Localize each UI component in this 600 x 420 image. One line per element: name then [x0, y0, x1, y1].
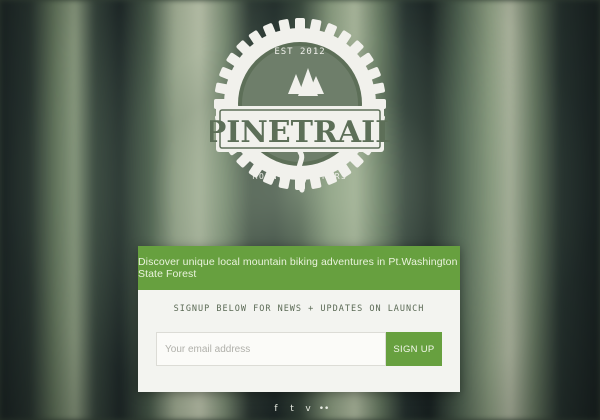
- social-links: f t v ••: [270, 402, 330, 416]
- email-input[interactable]: [156, 332, 386, 366]
- card-body: SIGNUP BELOW FOR NEWS + UPDATES ON LAUNC…: [138, 290, 460, 392]
- flickr-icon[interactable]: ••: [318, 404, 330, 414]
- signup-button[interactable]: SIGN UP: [386, 332, 442, 366]
- twitter-icon[interactable]: t: [286, 404, 298, 414]
- pinetrail-logo: PINETRAIL EST 2012 MOUNTAIN BIKERS: [210, 18, 390, 193]
- signup-card: Discover unique local mountain biking ad…: [138, 246, 460, 392]
- logo-est: EST 2012: [274, 47, 325, 57]
- logo-brand: PINETRAIL: [210, 115, 390, 150]
- headline: Discover unique local mountain biking ad…: [138, 256, 458, 280]
- facebook-icon[interactable]: f: [270, 404, 282, 414]
- vimeo-icon[interactable]: v: [302, 404, 314, 414]
- card-header: Discover unique local mountain biking ad…: [138, 246, 460, 290]
- subheadline: SIGNUP BELOW FOR NEWS + UPDATES ON LAUNC…: [173, 304, 425, 314]
- logo-tagline: MOUNTAIN BIKERS: [253, 172, 348, 181]
- signup-form: SIGN UP: [156, 332, 442, 366]
